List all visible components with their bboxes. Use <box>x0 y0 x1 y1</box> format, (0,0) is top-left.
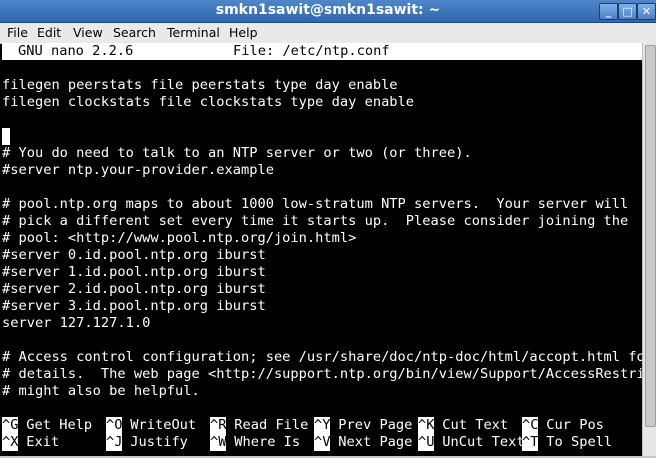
content-line: #server ntp.your-provider.example <box>2 162 274 178</box>
shortcut-key: ^V <box>314 434 331 451</box>
maximize-button[interactable]: □ <box>618 3 637 20</box>
terminal-area[interactable]: GNU nano 2.2.6 File: /etc/ntp.conf fileg… <box>2 43 656 456</box>
title-bar[interactable]: smkn1sawit@smkn1sawit: ~ _ □ ✕ <box>0 0 656 23</box>
content-line: # might also be helpful. <box>2 383 200 399</box>
shortcut-key: ^W <box>210 434 227 451</box>
shortcut-label: WriteOut <box>122 417 197 433</box>
shortcut-label: Justify <box>122 434 188 450</box>
content-line: filegen peerstats file peerstats type da… <box>2 77 398 93</box>
shortcut-label: Next Page <box>330 434 413 450</box>
menu-help[interactable]: Help <box>229 25 258 40</box>
shortcut-key: ^X <box>2 434 19 451</box>
shortcut-key: ^J <box>106 434 123 451</box>
close-button[interactable]: ✕ <box>637 3 656 20</box>
shortcut-label: Read File <box>226 417 309 433</box>
menu-bar: File Edit View Search Terminal Help <box>0 23 656 44</box>
shortcut-label: Cur Pos <box>538 417 604 433</box>
content-line: #server 3.id.pool.ntp.org iburst <box>2 298 266 314</box>
shortcut-label: Cut Text <box>434 417 509 433</box>
content-line: #server 0.id.pool.ntp.org iburst <box>2 247 266 263</box>
terminal-window: smkn1sawit@smkn1sawit: ~ _ □ ✕ File Edit… <box>0 0 656 458</box>
content-line: # Access control configuration; see /usr… <box>2 349 654 365</box>
menu-terminal[interactable]: Terminal <box>167 25 220 40</box>
menu-edit[interactable]: Edit <box>37 25 61 40</box>
content-line: # pool: <http://www.pool.ntp.org/join.ht… <box>2 230 357 246</box>
shortcut-key: ^U <box>418 434 435 451</box>
content-line: # You do need to talk to an NTP server o… <box>2 145 472 161</box>
menu-search[interactable]: Search <box>113 25 156 40</box>
shortcut-label: UnCut Text <box>434 434 525 450</box>
content-line: #server 1.id.pool.ntp.org iburst <box>2 264 266 280</box>
shortcut-label: Exit <box>18 434 60 450</box>
shortcut-label: To Spell <box>538 434 613 450</box>
content-line: # pool.ntp.org maps to about 1000 low-st… <box>2 196 629 212</box>
vertical-scrollbar[interactable] <box>642 43 656 456</box>
shortcut-key: ^O <box>106 417 123 434</box>
shortcut-key: ^R <box>210 417 227 434</box>
minimize-button[interactable]: _ <box>599 3 618 20</box>
shortcut-label: Get Help <box>18 417 93 433</box>
content-line: filegen clockstats file clockstats type … <box>2 94 415 110</box>
text-cursor <box>2 128 10 145</box>
shortcut-key: ^K <box>418 417 435 434</box>
nano-header: GNU nano 2.2.6 File: /etc/ntp.conf <box>2 43 642 60</box>
content-line: # details. The web page <http://support.… <box>2 366 656 382</box>
shortcut-key: ^G <box>2 417 19 434</box>
content-line: #server 2.id.pool.ntp.org iburst <box>2 281 266 297</box>
shortcut-key: ^C <box>522 417 539 434</box>
shortcut-key: ^Y <box>314 417 331 434</box>
content-line: server 127.127.1.0 <box>2 315 151 331</box>
shortcut-label: Where Is <box>226 434 301 450</box>
menu-view[interactable]: View <box>73 25 103 40</box>
shortcut-key: ^T <box>522 434 539 451</box>
shortcut-label: Prev Page <box>330 417 413 433</box>
menu-file[interactable]: File <box>7 25 28 40</box>
window-title: smkn1sawit@smkn1sawit: ~ <box>215 2 441 18</box>
nano-version: GNU nano 2.2.6 <box>18 43 134 59</box>
nano-filename: File: /etc/ntp.conf <box>233 43 390 59</box>
scrollbar-thumb[interactable] <box>645 45 656 427</box>
content-line: # pick a different set every time it sta… <box>2 213 629 229</box>
